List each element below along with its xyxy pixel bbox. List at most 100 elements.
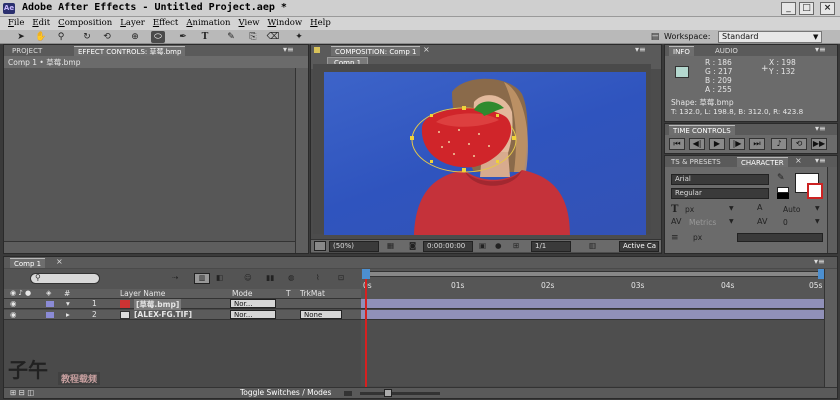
tab-effect-controls[interactable]: EFFECT CONTROLS: 草莓.bmp xyxy=(74,46,186,56)
panel-menu-icon[interactable]: ▾≡ xyxy=(283,45,294,54)
pan-behind-tool-icon[interactable]: ⊕ xyxy=(128,31,142,43)
last-frame-icon[interactable]: ⏭ xyxy=(749,138,765,150)
vertical-scrollbar[interactable] xyxy=(824,269,837,387)
orbit-camera-icon[interactable]: ⟲ xyxy=(100,31,114,43)
stroke-width-unit[interactable]: px xyxy=(693,233,702,242)
tracking-value[interactable]: 0 xyxy=(783,218,788,227)
camera-icon[interactable]: ▣ xyxy=(479,241,486,250)
zoom-slider[interactable] xyxy=(360,392,440,395)
tab-time-controls[interactable]: TIME CONTROLS xyxy=(669,125,735,135)
menu-file[interactable]: File xyxy=(8,17,24,30)
visibility-icon[interactable]: ◉ xyxy=(10,310,17,319)
motion-blur-icon[interactable]: ◍ xyxy=(288,273,295,282)
tab-project[interactable]: PROJECT xyxy=(8,46,46,56)
vertical-scrollbar[interactable] xyxy=(295,68,308,253)
tab-close-icon[interactable]: × xyxy=(423,45,430,54)
layer-name[interactable]: [草莓.bmp] xyxy=(134,299,182,310)
panel-menu-icon[interactable]: ▾≡ xyxy=(815,45,826,54)
kerning-value[interactable]: Metrics xyxy=(689,218,716,227)
zoom-tool-icon[interactable]: ⚲ xyxy=(54,31,68,43)
brainstorm-icon[interactable]: ⊡ xyxy=(338,273,344,282)
pen-tool-icon[interactable]: ✒ xyxy=(176,31,190,43)
first-frame-icon[interactable]: ⏮ xyxy=(669,138,685,150)
tab-info[interactable]: INFO xyxy=(669,46,694,56)
stroke-color-swatch[interactable] xyxy=(807,183,823,199)
eyedropper-icon[interactable]: ✎ xyxy=(777,173,785,183)
layer-duration-bar[interactable] xyxy=(361,299,824,309)
type-tool-icon[interactable]: T xyxy=(198,31,212,43)
expand-arrow-icon[interactable]: ▾ xyxy=(66,299,70,308)
snapshot-icon[interactable]: ◙ xyxy=(409,241,416,250)
layer-search-input[interactable]: ⚲ xyxy=(30,273,100,284)
loop-icon[interactable]: ⟲ xyxy=(791,138,807,150)
zoom-out-icon[interactable] xyxy=(344,391,352,396)
camera-view-select[interactable]: Active Ca xyxy=(619,241,659,252)
layer-row[interactable]: ◉ ▾ 1 [草莓.bmp] Nor... xyxy=(4,299,361,310)
switches-icon[interactable]: ⊞ ⊟ ◫ xyxy=(10,388,34,397)
menu-view[interactable]: View xyxy=(239,17,260,30)
panel-toggle-icon[interactable]: ▤ xyxy=(648,31,662,43)
tab-close-icon[interactable]: × xyxy=(795,156,802,165)
panel-menu-icon[interactable]: ▾≡ xyxy=(815,156,826,165)
tab-character[interactable]: CHARACTER xyxy=(737,157,788,167)
play-icon[interactable]: ▶ xyxy=(709,138,725,150)
tab-close-icon[interactable]: × xyxy=(56,257,63,266)
tab-effects-presets[interactable]: TS & PRESETS xyxy=(667,157,725,167)
vertical-scrollbar[interactable] xyxy=(827,167,837,253)
draft-3d-icon[interactable]: ◧ xyxy=(216,273,223,282)
transparency-grid-icon[interactable]: ▥ xyxy=(589,241,596,250)
puppet-tool-icon[interactable]: ✦ xyxy=(292,31,306,43)
label-color[interactable] xyxy=(46,312,54,318)
menu-composition[interactable]: Composition xyxy=(58,17,112,30)
work-area-bar[interactable] xyxy=(363,271,821,277)
composition-frame[interactable] xyxy=(324,72,646,235)
layer-duration-bar[interactable] xyxy=(361,310,824,320)
panel-menu-icon[interactable]: ▾≡ xyxy=(814,257,825,266)
tab-timeline-comp[interactable]: Comp 1 xyxy=(10,258,46,268)
black-swatch[interactable] xyxy=(777,193,789,199)
menu-effect[interactable]: Effect xyxy=(153,17,178,30)
menu-animation[interactable]: Animation xyxy=(186,17,230,30)
current-time[interactable]: 0:00:00:00 xyxy=(423,241,473,252)
frame-blending-icon[interactable]: ▮▮ xyxy=(266,273,274,282)
color-channel-icon[interactable]: ● xyxy=(495,241,502,250)
header-layer-name[interactable]: Layer Name xyxy=(120,289,165,298)
hide-shy-layers-icon[interactable]: ☺ xyxy=(244,273,252,282)
magnification-select[interactable]: (50%) xyxy=(329,241,379,252)
layer-mode-select[interactable]: Nor... xyxy=(230,310,276,319)
menu-help[interactable]: Help xyxy=(310,17,331,30)
next-frame-icon[interactable]: |▶ xyxy=(729,138,745,150)
audio-icon[interactable]: ♪ xyxy=(771,138,787,150)
font-size-unit[interactable]: px xyxy=(685,205,694,214)
tab-audio[interactable]: AUDIO xyxy=(711,46,742,56)
region-icon[interactable]: ⊞ xyxy=(513,241,519,250)
toggle-switches-modes[interactable]: Toggle Switches / Modes xyxy=(240,388,331,397)
trkmat-select[interactable]: None xyxy=(300,310,342,319)
layer-row[interactable]: ◉ ▸ 2 [ALEX-FG.TIF] Nor... None xyxy=(4,310,361,320)
time-ruler[interactable]: 0s 01s 02s 03s 04s 05s xyxy=(361,269,824,299)
maximize-button[interactable]: □ xyxy=(799,2,814,15)
previous-frame-icon[interactable]: ◀| xyxy=(689,138,705,150)
leading-value[interactable]: Auto xyxy=(783,205,800,214)
eraser-tool-icon[interactable]: ⌫ xyxy=(266,31,280,43)
work-area-start-handle[interactable] xyxy=(362,269,370,279)
current-time-indicator[interactable] xyxy=(365,271,367,387)
visibility-icon[interactable]: ◉ xyxy=(10,299,17,308)
close-button[interactable]: × xyxy=(820,2,835,15)
hand-tool-icon[interactable]: ✋ xyxy=(34,31,48,43)
graph-editor-icon[interactable]: ⌇ xyxy=(316,273,320,282)
tab-composition[interactable]: COMPOSITION: Comp 1 xyxy=(331,46,421,56)
always-preview-icon[interactable] xyxy=(314,241,326,251)
font-family-select[interactable]: Arial xyxy=(671,174,769,185)
clone-stamp-tool-icon[interactable]: ⎘ xyxy=(246,31,260,43)
font-style-select[interactable]: Regular xyxy=(671,188,769,199)
horizontal-scrollbar[interactable] xyxy=(4,241,295,253)
stroke-style-select[interactable] xyxy=(737,233,823,242)
grid-icon[interactable]: ▦ xyxy=(387,241,394,250)
menu-window[interactable]: Window xyxy=(268,17,303,30)
minimize-button[interactable]: _ xyxy=(781,2,796,15)
layer-mode-select[interactable]: Nor... xyxy=(230,299,276,308)
layer-name[interactable]: [ALEX-FG.TIF] xyxy=(134,310,192,319)
expand-arrow-icon[interactable]: ▸ xyxy=(66,310,70,319)
panel-menu-icon[interactable]: ▾≡ xyxy=(815,124,826,133)
